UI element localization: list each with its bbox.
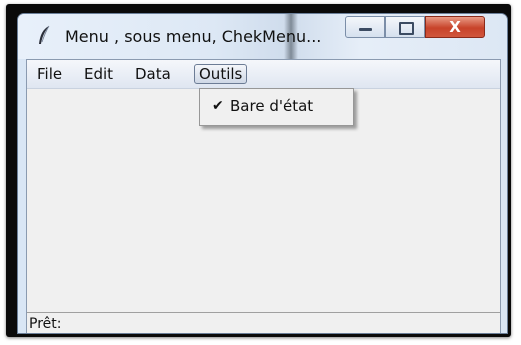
close-button[interactable]: X [425, 16, 485, 38]
menu-item-label: Bare d'état [230, 97, 314, 115]
app-window: Menu , sous menu, ChekMenu... X File Edi… [17, 13, 508, 334]
menu-bar: File Edit Data Outils [27, 60, 500, 89]
menu-edit[interactable]: Edit [80, 64, 117, 84]
checkmark-icon: ✔ [212, 98, 224, 114]
status-bar: Prêt: [27, 312, 500, 333]
feather-icon [39, 25, 50, 44]
maximize-icon [399, 22, 414, 35]
close-icon: X [449, 18, 461, 36]
menu-item-bare-etat[interactable]: ✔ Bare d'état [203, 93, 350, 119]
menu-file[interactable]: File [33, 64, 66, 84]
minimize-button[interactable] [345, 16, 385, 38]
window-title: Menu , sous menu, ChekMenu... [65, 27, 322, 46]
status-text: Prêt: [29, 316, 62, 332]
minimize-icon [359, 28, 372, 31]
outils-dropdown-menu: ✔ Bare d'état [199, 88, 354, 126]
client-area: File Edit Data Outils ✔ Bare d'état Prêt… [26, 59, 501, 333]
menu-outils[interactable]: Outils [194, 64, 248, 84]
maximize-button[interactable] [385, 16, 425, 38]
menu-data[interactable]: Data [131, 64, 175, 84]
title-bar[interactable]: Menu , sous menu, ChekMenu... X [18, 14, 507, 59]
